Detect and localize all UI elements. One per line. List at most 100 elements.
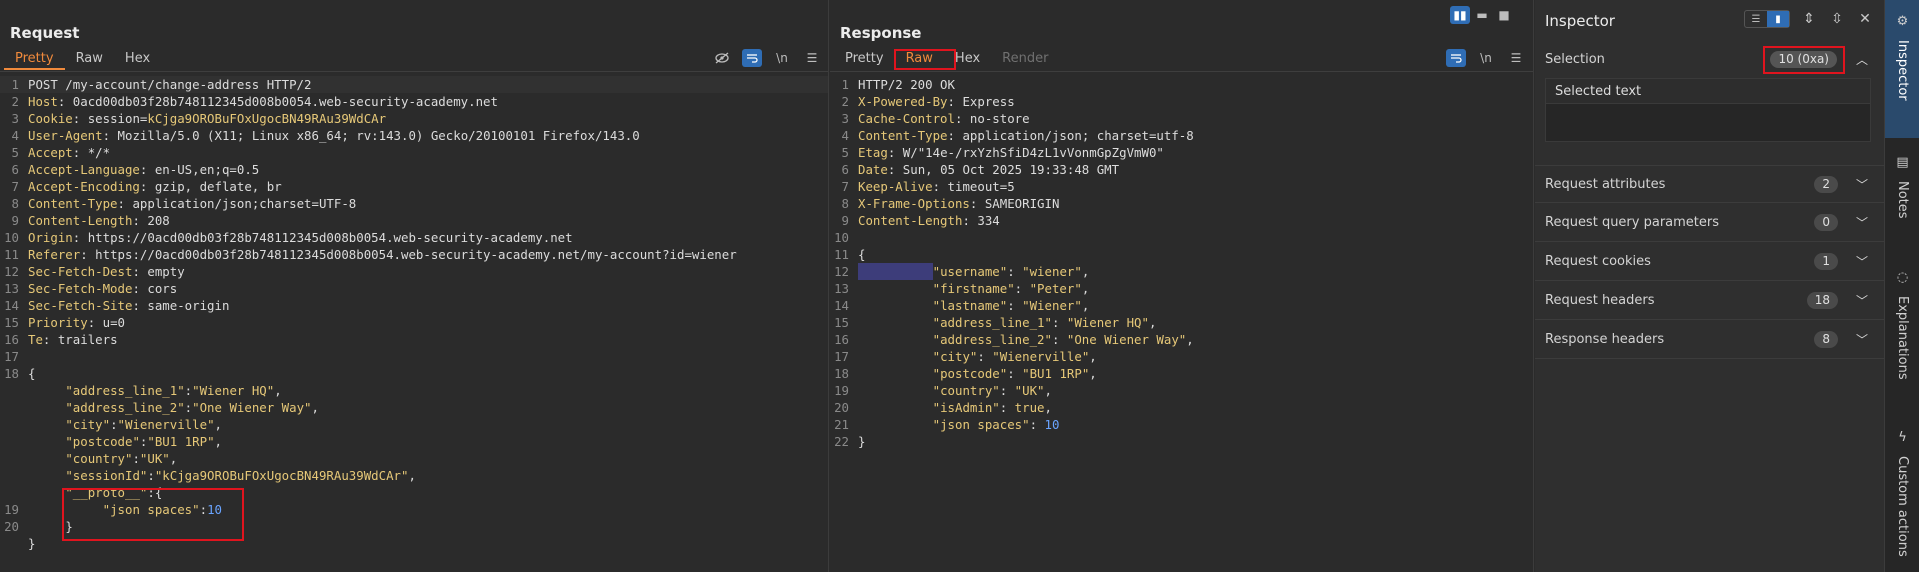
chevron-down-icon[interactable]: ﹀ (1856, 214, 1868, 231)
inspector-toolbar: ☰ ▮ ⇕ ⇳ ✕ (1744, 10, 1874, 28)
tab-hex[interactable]: Hex (944, 50, 991, 70)
json-punct: , (214, 417, 222, 432)
request-editor[interactable]: 1 POST /my-account/change-address HTTP/2 2… (0, 76, 828, 572)
code-line: 9 Content-Length: 334 (830, 212, 1533, 229)
lightbulb-icon: ◌ (1896, 270, 1909, 285)
code-line: 15 "address_line_1": "Wiener HQ", (830, 314, 1533, 331)
tab-raw[interactable]: Raw (894, 50, 944, 70)
inspector-section-row[interactable]: Request headers 18 ﹀ (1535, 282, 1884, 320)
line-number: 12 (834, 264, 849, 279)
code-line: 11 Referer: https://0acd00db03f28b7481123… (0, 246, 828, 263)
selected-text-box[interactable]: Selected text (1545, 78, 1871, 142)
expand-all-icon[interactable]: ⇕ (1800, 10, 1818, 28)
tab-render[interactable]: Render (991, 50, 1059, 70)
line-number: 5 (841, 145, 849, 160)
wrap-toggle-icon[interactable] (1446, 49, 1466, 67)
newline-icon[interactable]: \n (772, 49, 792, 67)
chevron-down-icon[interactable]: ﹀ (1856, 292, 1868, 309)
close-icon[interactable]: ✕ (1856, 10, 1874, 28)
chevron-up-icon[interactable]: ︿ (1856, 51, 1868, 68)
side-tab-explanations[interactable]: ◌ Explanations (1885, 270, 1919, 380)
line-text: "address_line_2": "One Wiener Way", (858, 331, 1194, 348)
code-line: 7 Keep-Alive: timeout=5 (830, 178, 1533, 195)
line-number: 20 (4, 519, 19, 534)
header-colon: : (132, 213, 140, 228)
section-count-badge: 1 (1814, 253, 1838, 270)
response-editor[interactable]: 1 HTTP/2 200 OK 2 X-Powered-By: Express 3 Cac… (830, 76, 1533, 572)
line-number: 16 (834, 332, 849, 347)
menu-icon[interactable]: ☰ (802, 49, 822, 67)
header-value: en-US,en;q=0.5 (147, 162, 260, 177)
json-key: "postcode" (932, 366, 1008, 381)
side-tab-notes[interactable]: ▤ Notes (1885, 155, 1919, 219)
request-tabs: Pretty Raw Hex (4, 50, 161, 70)
inspector-list-view-icon[interactable]: ☰ (1745, 11, 1767, 27)
json-number-value: 10 (207, 502, 222, 517)
line-text: POST /my-account/change-address HTTP/2 (28, 76, 311, 93)
line-text: X-Frame-Options: SAMEORIGIN (858, 195, 1059, 212)
text-selection[interactable] (858, 263, 933, 280)
side-tab-inspector[interactable]: ⚙ Inspector (1885, 0, 1919, 138)
line-text: Origin: https://0acd00db03f28b748112345d… (28, 229, 573, 246)
section-count-badge: 18 (1806, 292, 1838, 309)
json-punct: , (169, 451, 178, 466)
tab-pretty[interactable]: Pretty (4, 50, 65, 70)
line-number: 14 (4, 298, 19, 313)
code-line: 3 Cache-Control: no-store (830, 110, 1533, 127)
side-tab-custom-actions[interactable]: ϟ Custom actions (1885, 430, 1919, 557)
line-text: "firstname": "Peter", (858, 280, 1090, 297)
inspector-panel-view-icon[interactable]: ▮ (1767, 11, 1789, 27)
inspector-section-row[interactable]: Response headers 8 ﹀ (1535, 321, 1884, 359)
line-number: 12 (4, 264, 19, 279)
json-key: "city" (932, 349, 978, 364)
header-value: 334 (969, 213, 1000, 228)
json-string-value: "Wiener" (1022, 298, 1082, 313)
menu-icon[interactable]: ☰ (1506, 49, 1526, 67)
line-text: Host: 0acd00db03f28b748112345d008b0054.w… (28, 93, 498, 110)
code-line: "address_line_2":"One Wiener Way", (0, 399, 828, 416)
layout-side-by-side-icon[interactable]: ▮▮ (1450, 6, 1470, 24)
code-line: 1 HTTP/2 200 OK (830, 76, 1533, 93)
chevron-down-icon[interactable]: ﹀ (1856, 253, 1868, 270)
inspector-section-row[interactable]: Request cookies 1 ﹀ (1535, 243, 1884, 281)
json-key: "country" (932, 383, 1000, 398)
header-value: same-origin (139, 298, 230, 313)
header-value: 0acd00db03f28b748112345d008b0054.web-sec… (65, 94, 498, 109)
tab-raw[interactable]: Raw (65, 50, 114, 70)
code-line: 14 "lastname": "Wiener", (830, 297, 1533, 314)
json-separator: : (1051, 332, 1067, 347)
json-punct: , (1081, 264, 1090, 279)
section-count-badge: 0 (1814, 214, 1838, 231)
line-number: 4 (11, 128, 19, 143)
collapse-all-icon[interactable]: ⇳ (1828, 10, 1846, 28)
line-number: 5 (11, 145, 19, 160)
code-line: 12 Sec-Fetch-Dest: empty (0, 263, 828, 280)
header-value: Sun, 05 Oct 2025 19:33:48 GMT (895, 162, 1120, 177)
line-number: 21 (834, 417, 849, 432)
selection-section[interactable]: Selection 10 (0xa) ︿ (1535, 40, 1884, 78)
header-colon: : (932, 179, 941, 194)
newline-icon[interactable]: \n (1476, 49, 1496, 67)
tab-hex[interactable]: Hex (114, 50, 161, 70)
inspector-section-row[interactable]: Request attributes 2 ﹀ (1535, 165, 1884, 203)
json-punct: , (1081, 281, 1090, 296)
header-name: Content-Length (858, 213, 963, 228)
tab-pretty[interactable]: Pretty (834, 50, 895, 70)
chevron-down-icon[interactable]: ﹀ (1856, 331, 1868, 348)
line-text: "address_line_1": "Wiener HQ", (858, 314, 1157, 331)
chevron-down-icon[interactable]: ﹀ (1856, 176, 1868, 193)
inspector-section-row[interactable]: Request query parameters 0 ﹀ (1535, 204, 1884, 242)
code-line: 18 "postcode": "BU1 1RP", (830, 365, 1533, 382)
eye-off-icon[interactable] (712, 49, 732, 67)
header-value: https://0acd00db03f28b748112345d008b0054… (80, 230, 573, 245)
layout-tabs-icon[interactable]: ■ (1494, 6, 1514, 24)
layout-stacked-icon[interactable]: ▬ (1472, 6, 1492, 24)
header-colon: : (117, 196, 125, 211)
wrap-toggle-icon[interactable] (742, 49, 762, 67)
code-line: "__proto__":{ (0, 484, 828, 501)
